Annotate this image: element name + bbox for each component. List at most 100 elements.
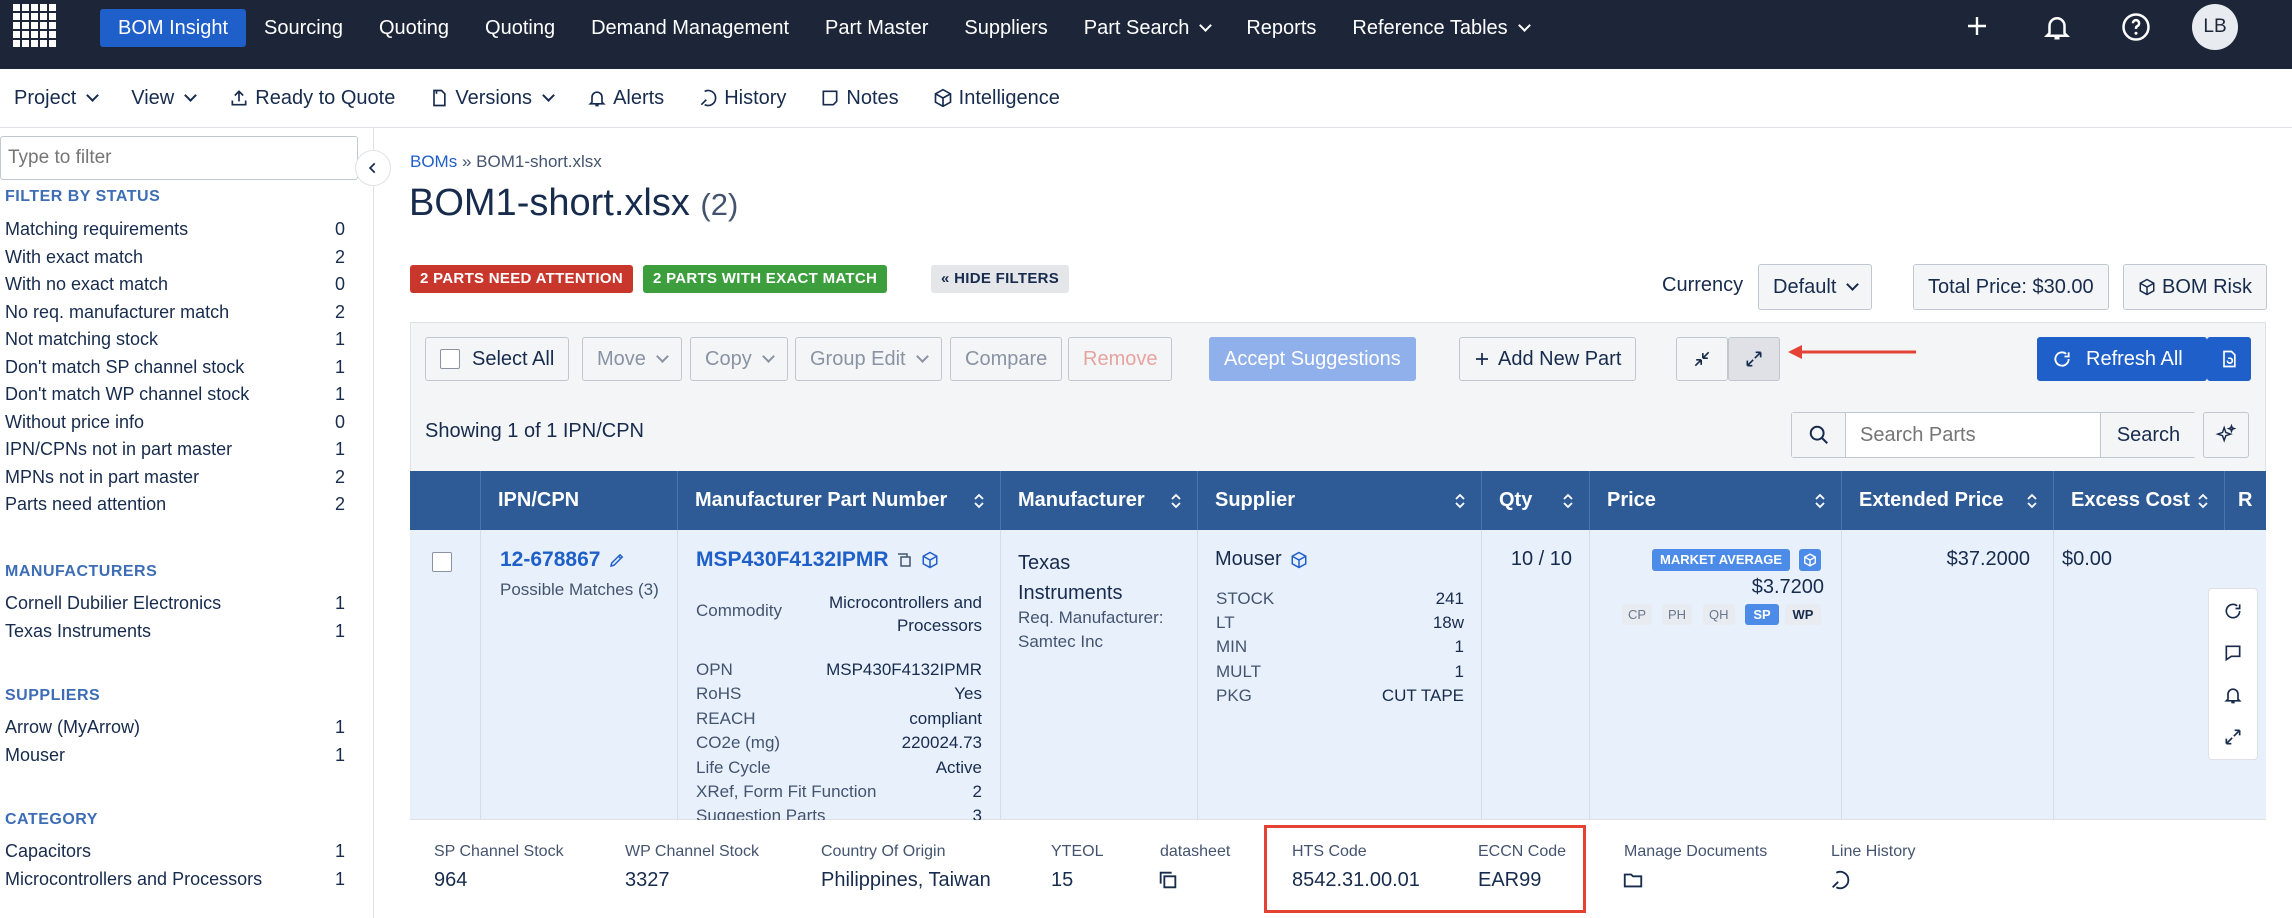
channel-wp[interactable]: WP (1785, 604, 1821, 625)
row-checkbox[interactable] (432, 552, 452, 572)
history-button[interactable]: History (698, 87, 786, 110)
notes-button[interactable]: Notes (820, 87, 899, 110)
hide-filters-button[interactable]: « HIDE FILTERS (931, 265, 1070, 293)
exact-match-badge[interactable]: 2 PARTS WITH EXACT MATCH (643, 265, 888, 293)
edit-icon[interactable] (608, 551, 626, 569)
channel-cp[interactable]: CP (1622, 604, 1653, 625)
history-icon[interactable] (1829, 869, 1851, 891)
supplier-filter[interactable]: Mouser 1 (5, 745, 345, 766)
collapse-icon (1694, 351, 1710, 367)
avatar[interactable]: LB (2192, 4, 2238, 50)
price-value: $3.7200 (1751, 576, 1824, 598)
group-edit-button[interactable]: Group Edit (795, 337, 942, 381)
manufacturer-filter[interactable]: Cornell Dubilier Electronics 1 (5, 593, 345, 614)
attention-badge[interactable]: 2 PARTS NEED ATTENTION (410, 265, 633, 293)
nav-quoting-2[interactable]: Quoting (467, 9, 573, 47)
status-filter[interactable]: No req. manufacturer match 2 (5, 302, 345, 323)
category-filter[interactable]: Microcontrollers and Processors 1 (5, 869, 345, 890)
intelligence-button[interactable]: Intelligence (933, 87, 1060, 110)
status-filter[interactable]: Not matching stock 1 (5, 329, 345, 350)
copy-icon[interactable] (1157, 869, 1179, 891)
cube-icon[interactable] (921, 551, 939, 569)
comment-icon[interactable] (2223, 643, 2243, 663)
expand-icon[interactable] (2223, 727, 2243, 747)
market-average-info[interactable] (1799, 549, 1821, 571)
currency-select[interactable]: Default (1758, 264, 1873, 310)
status-filter[interactable]: MPNs not in part master 2 (5, 467, 345, 488)
versions-menu[interactable]: Versions (429, 87, 555, 110)
alerts-button[interactable]: Alerts (587, 87, 664, 110)
bom-risk-button[interactable]: BOM Risk (2123, 264, 2267, 310)
move-button[interactable]: Move (582, 337, 682, 381)
ready-to-quote-button[interactable]: Ready to Quote (229, 87, 395, 110)
help-icon[interactable] (2121, 12, 2151, 42)
channel-ph[interactable]: PH (1662, 604, 1693, 625)
add-new-part-button[interactable]: Add New Part (1459, 337, 1637, 381)
plus-icon[interactable] (1965, 14, 1989, 38)
nav-bom-insight[interactable]: BOM Insight (100, 9, 247, 47)
refresh-options-button[interactable] (2207, 337, 2251, 381)
th-price[interactable]: Price (1589, 471, 1841, 530)
collapse-rows-button[interactable] (1676, 337, 1728, 381)
category-heading: CATEGORY (5, 811, 98, 828)
mpn-link[interactable]: MSP430F4132IPMR (696, 548, 939, 572)
nav-reference-tables[interactable]: Reference Tables (1334, 9, 1546, 47)
nav-suppliers[interactable]: Suppliers (946, 9, 1065, 47)
bell-icon[interactable] (2223, 685, 2243, 705)
th-supplier[interactable]: Supplier (1197, 471, 1481, 530)
cube-icon[interactable] (1290, 551, 1308, 569)
manufacturer-filter[interactable]: Texas Instruments 1 (5, 621, 345, 642)
refresh-all-button[interactable]: Refresh All (2037, 337, 2207, 381)
compare-button[interactable]: Compare (950, 337, 1063, 381)
th-more[interactable]: R (2224, 471, 2266, 530)
nav-part-master[interactable]: Part Master (807, 9, 946, 47)
collapse-sidebar-button[interactable] (355, 150, 391, 186)
status-label: Parts need attention (5, 494, 167, 514)
mpn-text: MSP430F4132IPMR (696, 548, 889, 571)
status-filter[interactable]: Without price info 0 (5, 412, 345, 433)
folder-icon[interactable] (1622, 869, 1644, 891)
nav-quoting[interactable]: Quoting (361, 9, 467, 47)
nav-part-search[interactable]: Part Search (1066, 9, 1229, 47)
remove-button[interactable]: Remove (1068, 337, 1173, 381)
status-filter[interactable]: Don't match SP channel stock 1 (5, 357, 345, 378)
copy-icon[interactable] (895, 551, 913, 569)
expand-rows-button[interactable] (1728, 337, 1780, 381)
search-button[interactable]: Search (2100, 413, 2196, 457)
nav-reports[interactable]: Reports (1228, 9, 1334, 47)
copy-button[interactable]: Copy (690, 337, 788, 381)
status-filter[interactable]: Don't match WP channel stock 1 (5, 384, 345, 405)
nav-demand-management[interactable]: Demand Management (573, 9, 807, 47)
th-excess-cost[interactable]: Excess Cost (2053, 471, 2224, 530)
project-menu[interactable]: Project (14, 87, 100, 110)
status-filter[interactable]: Matching requirements 0 (5, 219, 345, 240)
nav-sourcing[interactable]: Sourcing (246, 9, 361, 47)
filter-input[interactable] (0, 136, 358, 180)
channel-qh[interactable]: QH (1703, 604, 1735, 625)
th-qty[interactable]: Qty (1481, 471, 1589, 530)
th-ipn[interactable]: IPN/CPN (480, 471, 677, 530)
th-mpn[interactable]: Manufacturer Part Number (677, 471, 1000, 530)
view-menu[interactable]: View (131, 87, 198, 110)
possible-matches[interactable]: Possible Matches (3) (500, 580, 659, 600)
bell-icon[interactable] (2042, 12, 2072, 42)
ipn-link[interactable]: 12-678867 (500, 548, 626, 572)
status-filter[interactable]: Parts need attention 2 (5, 494, 345, 515)
breadcrumb-boms-link[interactable]: BOMs (410, 152, 457, 171)
select-all-checkbox[interactable] (440, 349, 460, 369)
status-filter[interactable]: IPN/CPNs not in part master 1 (5, 439, 345, 460)
category-filter[interactable]: Capacitors 1 (5, 841, 345, 862)
accept-suggestions-button[interactable]: Accept Suggestions (1209, 337, 1416, 381)
th-manufacturer[interactable]: Manufacturer (1000, 471, 1197, 530)
refresh-icon[interactable] (2223, 601, 2243, 621)
supplier-filter[interactable]: Arrow (MyArrow) 1 (5, 717, 345, 738)
spec-label: CO2e (mg) (696, 733, 781, 753)
search-parts-input[interactable] (1848, 413, 2098, 457)
channel-sp[interactable]: SP (1745, 604, 1779, 625)
status-filter[interactable]: With exact match 2 (5, 247, 345, 268)
app-switcher-icon[interactable] (13, 4, 57, 48)
th-extended-price[interactable]: Extended Price (1841, 471, 2053, 530)
select-all-button[interactable]: Select All (425, 337, 570, 381)
status-filter[interactable]: With no exact match 0 (5, 274, 345, 295)
ai-sparkle-button[interactable] (2203, 412, 2249, 458)
